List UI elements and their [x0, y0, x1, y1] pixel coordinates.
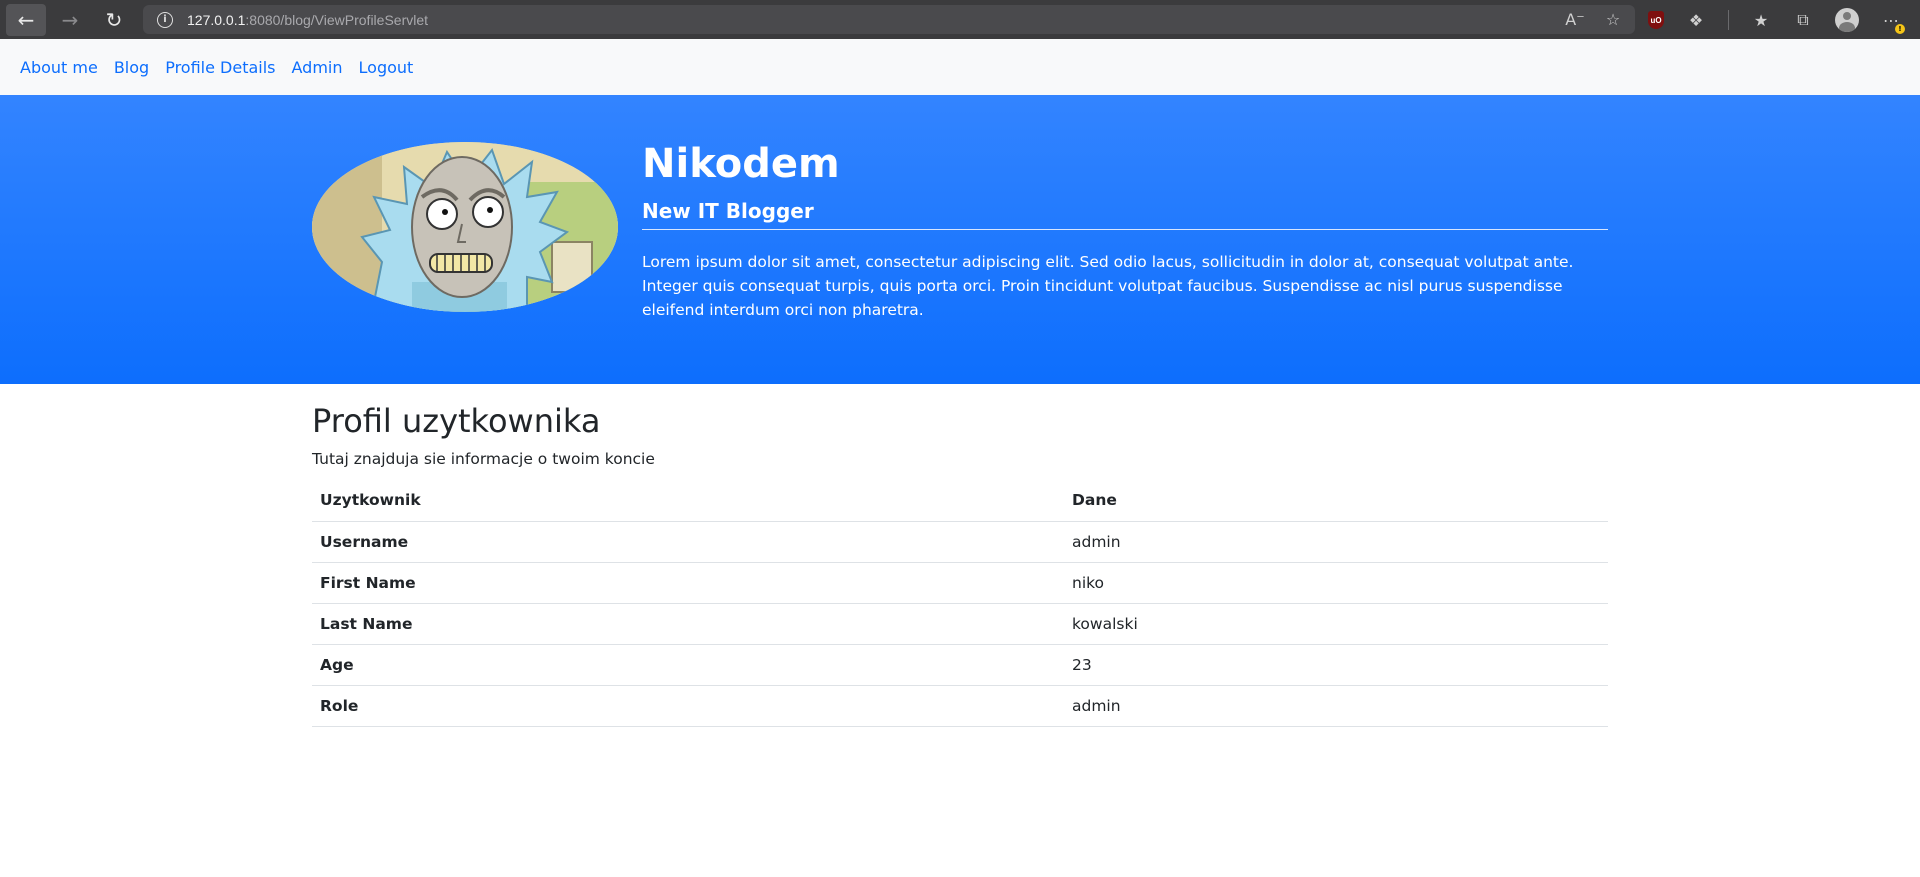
toolbar-right: uO ❖ ★ ⧉ ⋯!	[1648, 8, 1905, 34]
table-header-row: Uzytkownik Dane	[312, 480, 1608, 522]
row-value-role: admin	[1064, 685, 1608, 727]
table-header-user: Uzytkownik	[312, 480, 1064, 522]
forward-button[interactable]: →	[50, 4, 90, 36]
ublock-extension-icon[interactable]: uO	[1648, 11, 1664, 29]
page-title: Profil uzytkownika	[312, 402, 601, 440]
table-header-data: Dane	[1064, 480, 1608, 522]
address-bar-actions: A⁻ ☆	[1565, 9, 1623, 29]
arrow-left-icon: ←	[17, 7, 35, 32]
toolbar-separator	[1728, 10, 1729, 30]
table-row: Username admin	[312, 521, 1608, 563]
nav-link-admin[interactable]: Admin	[292, 58, 343, 77]
nav-link-profile-details[interactable]: Profile Details	[165, 58, 275, 77]
row-value-age: 23	[1064, 644, 1608, 686]
row-label-first-name: First Name	[312, 562, 1064, 604]
table-row: Age 23	[312, 644, 1608, 686]
site-navbar: About me Blog Profile Details Admin Logo…	[0, 39, 1920, 95]
read-aloud-icon[interactable]: A⁻	[1565, 9, 1585, 29]
row-value-last-name: kowalski	[1064, 603, 1608, 645]
main-content: Profil uzytkownika Tutaj znajduja sie in…	[312, 384, 1608, 727]
collections-icon[interactable]: ⧉	[1793, 10, 1813, 30]
profile-avatar-image	[312, 142, 618, 312]
address-bar[interactable]: i 127.0.0.1:8080/blog/ViewProfileServlet…	[143, 5, 1635, 34]
reload-button[interactable]: ↻	[94, 4, 134, 36]
more-icon[interactable]: ⋯!	[1881, 10, 1905, 34]
profile-hero: Nikodem New IT Blogger Lorem ipsum dolor…	[0, 95, 1920, 384]
table-row: Role admin	[312, 685, 1608, 727]
notification-badge-icon: !	[1895, 24, 1905, 34]
url-path: :8080/blog/ViewProfileServlet	[245, 11, 429, 28]
profile-name: Nikodem	[642, 141, 840, 187]
nav-link-about-me[interactable]: About me	[20, 58, 98, 77]
row-label-last-name: Last Name	[312, 603, 1064, 645]
nav-link-blog[interactable]: Blog	[114, 58, 149, 77]
profile-table: Uzytkownik Dane Username admin First Nam…	[312, 480, 1608, 727]
row-value-username: admin	[1064, 521, 1608, 563]
star-add-icon[interactable]: ☆	[1603, 9, 1623, 29]
arrow-right-icon: →	[61, 7, 79, 32]
favorites-list-icon[interactable]: ★	[1751, 10, 1771, 30]
reload-icon: ↻	[105, 7, 123, 32]
puzzle-icon[interactable]: ❖	[1686, 10, 1706, 30]
url-host: 127.0.0.1	[187, 11, 246, 28]
avatar-icon[interactable]	[1835, 8, 1859, 32]
url-text[interactable]: 127.0.0.1:8080/blog/ViewProfileServlet	[187, 12, 428, 28]
profile-subtitle: New IT Blogger	[642, 199, 1608, 230]
table-row: Last Name kowalski	[312, 603, 1608, 645]
hero-text: Nikodem New IT Blogger Lorem ipsum dolor…	[642, 143, 1608, 322]
nav-link-logout[interactable]: Logout	[359, 58, 414, 77]
info-icon[interactable]: i	[157, 11, 173, 28]
back-button[interactable]: ←	[6, 3, 46, 36]
row-label-username: Username	[312, 521, 1064, 563]
row-label-age: Age	[312, 644, 1064, 686]
page-lead: Tutaj znajduja sie informacje o twoim ko…	[312, 450, 655, 468]
cartoon-portrait-icon	[312, 142, 618, 312]
browser-toolbar: ← → ↻ i 127.0.0.1:8080/blog/ViewProfileS…	[0, 0, 1920, 39]
profile-description: Lorem ipsum dolor sit amet, consectetur …	[642, 253, 1574, 319]
table-row: First Name niko	[312, 562, 1608, 604]
row-value-first-name: niko	[1064, 562, 1608, 604]
row-label-role: Role	[312, 685, 1064, 727]
